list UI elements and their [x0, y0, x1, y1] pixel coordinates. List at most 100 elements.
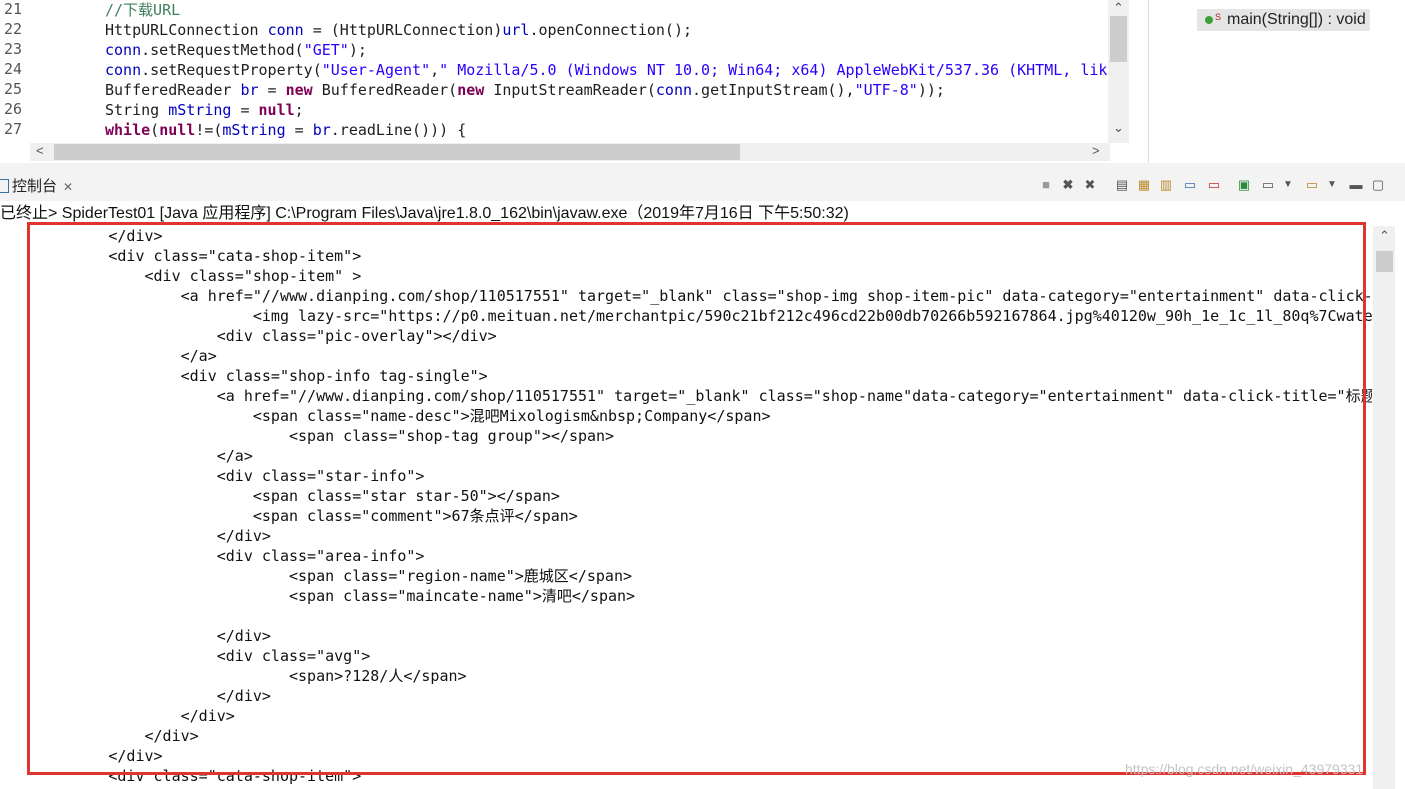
code-editor[interactable]: 21 22 23 24 25 26 27 //下载URL HttpURLConnection …: [0, 0, 1130, 163]
console-output-line: <span class="name-desc">混吧Mixologism&nbs…: [0, 407, 771, 425]
console-output[interactable]: </div> <div class="cata-shop-item"> <div…: [0, 226, 1372, 789]
line-number: 24: [4, 60, 23, 78]
line-number: 25: [4, 80, 23, 98]
console-output-line: <span class="region-name">鹿城区</span>: [0, 567, 632, 585]
code-token: InputStreamReader(: [484, 81, 656, 99]
code-token: .readLine())) {: [330, 121, 467, 139]
code-token: new: [285, 81, 313, 99]
outline-method-item[interactable]: S main(String[]) : void: [1197, 9, 1370, 31]
pin-console-icon[interactable]: ▣: [1236, 177, 1252, 193]
console-output-line: <a href="//www.dianping.com/shop/1105175…: [0, 287, 1372, 305]
code-token: String: [105, 101, 169, 119]
code-token: (: [150, 121, 160, 139]
line-number: 26: [4, 100, 23, 118]
scroll-left-icon[interactable]: <: [36, 143, 44, 158]
line-number: 21: [4, 0, 23, 18]
code-token: br: [312, 121, 331, 139]
code-token: conn: [267, 21, 304, 39]
remove-launch-icon[interactable]: ✖: [1060, 177, 1076, 193]
code-token: HttpURLConnection: [105, 21, 268, 39]
panel-divider[interactable]: [0, 163, 1405, 171]
line-number: 23: [4, 40, 23, 58]
code-token: =: [258, 81, 286, 99]
code-line: while(null!=(mString = br.readLine())) {: [105, 120, 466, 140]
console-output-line: <div class="pic-overlay"></div>: [0, 327, 497, 345]
code-token: "UTF-8": [854, 81, 918, 99]
display-console-icon[interactable]: ▭: [1260, 177, 1276, 193]
watermark: https://blog.csdn.net/weixin_43979331: [1125, 761, 1364, 777]
code-token: !=(: [195, 121, 223, 139]
scroll-lock-icon[interactable]: ▦: [1136, 177, 1152, 193]
code-token: conn: [105, 61, 142, 79]
code-token: =: [285, 121, 313, 139]
code-token: mString: [222, 121, 286, 139]
scrollbar-thumb[interactable]: [1110, 16, 1127, 62]
code-token: null: [159, 121, 196, 139]
console-output-line: </div>: [0, 227, 163, 245]
clear-console-icon[interactable]: ▤: [1114, 177, 1130, 193]
console-output-line: <span>?128/人</span>: [0, 667, 467, 685]
terminate-icon[interactable]: ■: [1038, 177, 1054, 193]
code-token: );: [348, 41, 367, 59]
outline-panel: S main(String[]) : void: [1148, 0, 1399, 163]
code-token: mString: [168, 101, 232, 119]
code-token: =: [231, 101, 259, 119]
code-token: //下载URL: [105, 1, 181, 19]
remove-all-icon[interactable]: ✖: [1082, 177, 1098, 193]
code-token: new: [457, 81, 485, 99]
code-area[interactable]: //下载URL HttpURLConnection conn = (HttpURL…: [105, 0, 1108, 143]
console-output-line: </div>: [0, 747, 163, 765]
dropdown-icon[interactable]: ▼: [1280, 177, 1296, 193]
show-on-error-icon[interactable]: ▭: [1206, 177, 1222, 193]
minimize-icon[interactable]: ▬: [1348, 177, 1364, 193]
show-on-output-icon[interactable]: ▭: [1182, 177, 1198, 193]
open-console-icon[interactable]: ▭: [1304, 177, 1320, 193]
scrollbar-thumb[interactable]: [54, 144, 740, 160]
code-token: .openConnection();: [529, 21, 693, 39]
console-output-line: <div class="area-info">: [0, 547, 425, 565]
code-token: BufferedReader: [105, 81, 241, 99]
close-icon[interactable]: ✕: [63, 180, 73, 194]
public-method-icon: [1205, 16, 1213, 24]
console-output-line: <a href="//www.dianping.com/shop/1105175…: [0, 387, 1372, 405]
code-line: HttpURLConnection conn = (HttpURLConnect…: [105, 20, 692, 40]
scroll-up-icon[interactable]: ⌃: [1379, 228, 1390, 244]
code-token: conn: [105, 41, 142, 59]
word-wrap-icon[interactable]: ▥: [1158, 177, 1174, 193]
scroll-up-icon[interactable]: ⌃: [1113, 0, 1124, 16]
code-line: //下载URL: [105, 0, 180, 20]
console-header: 控制台 ✕ ■ ✖ ✖ ▤ ▦ ▥ ▭ ▭ ▣ ▭ ▼ ▭ ▼ ▬ ▢: [0, 171, 1405, 201]
console-output-line: <img lazy-src="https://p0.meituan.net/me…: [0, 307, 1372, 325]
code-line: String mString = null;: [105, 100, 304, 120]
console-output-line: <span class="maincate-name">清吧</span>: [0, 587, 636, 605]
scroll-right-icon[interactable]: >: [1092, 143, 1100, 158]
console-output-line: <div class="shop-item" >: [0, 267, 362, 285]
console-output-line: </div>: [0, 527, 271, 545]
maximize-icon[interactable]: ▢: [1370, 177, 1386, 193]
console-output-line: <span class="comment">67条点评</span>: [0, 507, 578, 525]
code-token: ));: [917, 81, 945, 99]
dropdown-icon[interactable]: ▼: [1324, 177, 1340, 193]
console-output-line: </a>: [0, 347, 217, 365]
code-token: url: [502, 21, 530, 39]
code-token: br: [240, 81, 259, 99]
scrollbar-thumb[interactable]: [1376, 251, 1393, 272]
console-output-line: </div>: [0, 687, 271, 705]
code-line: BufferedReader br = new BufferedReader(n…: [105, 80, 945, 100]
code-token: "GET": [303, 41, 349, 59]
console-output-line: </div>: [0, 627, 271, 645]
scroll-down-icon[interactable]: ⌄: [1113, 120, 1124, 136]
console-output-line: <div class="shop-info tag-single">: [0, 367, 488, 385]
code-line: conn.setRequestProperty("User-Agent"," M…: [105, 60, 1108, 80]
editor-horizontal-scrollbar[interactable]: < >: [30, 143, 1110, 161]
tab-console[interactable]: 控制台 ✕: [0, 175, 79, 199]
code-line: conn.setRequestMethod("GET");: [105, 40, 367, 60]
code-token: .setRequestMethod(: [141, 41, 304, 59]
console-icon: [0, 179, 9, 193]
tab-console-label: 控制台: [12, 178, 58, 195]
console-vertical-scrollbar[interactable]: ⌃: [1373, 226, 1395, 789]
code-token: null: [258, 101, 295, 119]
code-token: .getInputStream(),: [692, 81, 855, 99]
editor-vertical-scrollbar[interactable]: ⌃ ⌄: [1108, 0, 1129, 143]
console-output-line: <div class="cata-shop-item">: [0, 247, 362, 265]
